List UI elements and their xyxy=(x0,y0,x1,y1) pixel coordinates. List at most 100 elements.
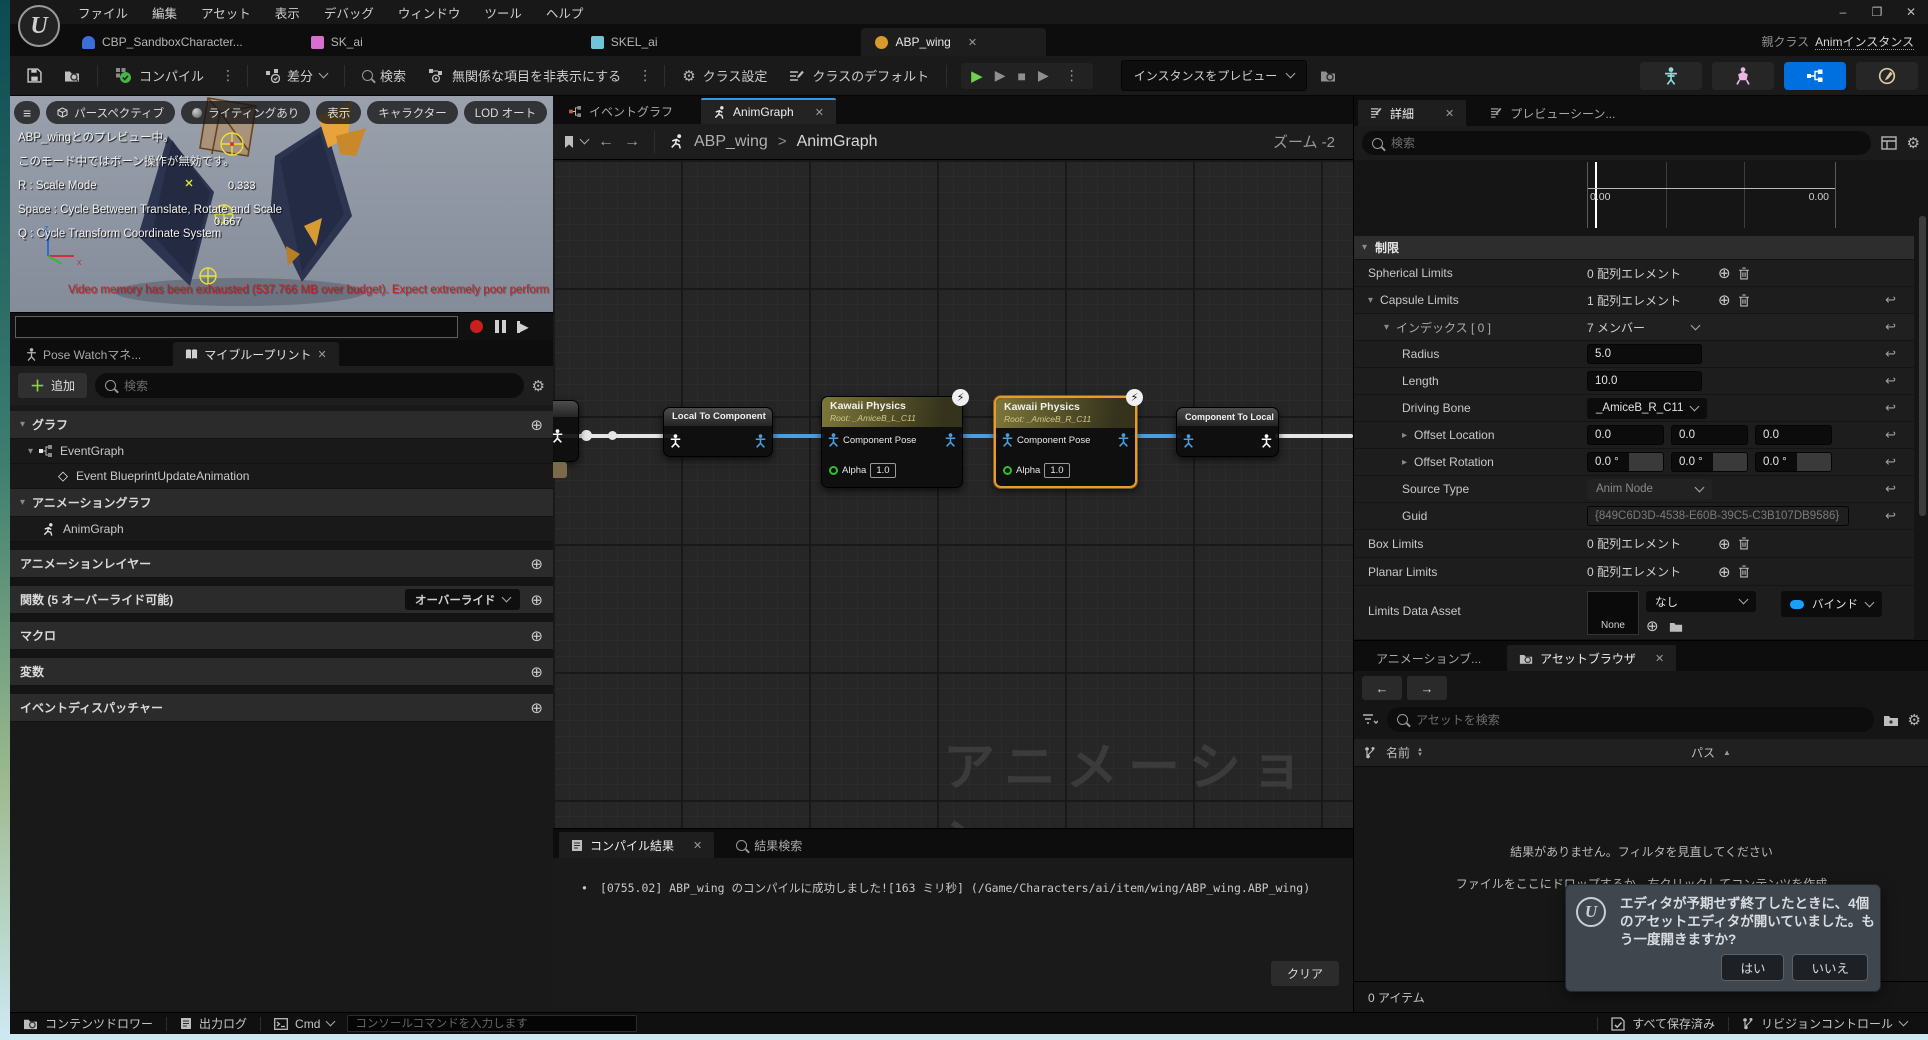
pose-pin[interactable] xyxy=(553,429,563,443)
reset-to-default-icon[interactable]: ↩ xyxy=(1885,427,1896,443)
item-event-update-animation[interactable]: ◇ Event BlueprintUpdateAnimation xyxy=(10,464,553,489)
trash-icon[interactable] xyxy=(1738,537,1750,550)
output-pose-pin[interactable] xyxy=(1261,434,1272,448)
section-functions[interactable]: 関数 (5 オーバーライド可能) オーバーライド ⊕ xyxy=(10,586,553,614)
forward-icon[interactable]: → xyxy=(624,133,640,151)
node-clipped[interactable] xyxy=(553,400,579,462)
tab-pose-watch[interactable]: Pose Watchマネ... xyxy=(14,342,153,366)
expander-icon[interactable]: ▾ xyxy=(20,419,25,430)
record-button[interactable] xyxy=(470,320,483,333)
restore-assets-notification[interactable]: U エディタが予期せず終了したときに、4個のアセットエディタが開いていました。も… xyxy=(1565,884,1881,992)
console-command-field[interactable] xyxy=(347,1015,637,1032)
revision-column-icon[interactable] xyxy=(1364,746,1376,759)
expander-icon[interactable]: ▾ xyxy=(1368,295,1373,306)
section-animation-layers[interactable]: アニメーションレイヤー ⊕ xyxy=(10,550,553,578)
expander-icon[interactable]: ▾ xyxy=(1384,322,1389,333)
add-element-icon[interactable]: ⊕ xyxy=(1718,563,1731,581)
tab-details[interactable]: 詳細 ✕ xyxy=(1358,100,1466,126)
menu-window[interactable]: ウィンドウ xyxy=(388,0,471,25)
details-search-input[interactable] xyxy=(1391,136,1861,150)
lod-dropdown[interactable]: LOD オート xyxy=(464,101,547,124)
reset-to-default-icon[interactable]: ↩ xyxy=(1885,346,1896,362)
add-graph-icon[interactable]: ⊕ xyxy=(530,416,543,434)
close-tab-icon[interactable]: ✕ xyxy=(318,348,327,361)
tab-abp-wing[interactable]: ABP_wing ✕ xyxy=(861,28,1046,56)
browse-asset-button[interactable] xyxy=(55,62,89,89)
length-input[interactable] xyxy=(1587,371,1702,391)
step-forward-button[interactable]: ▶ xyxy=(516,320,529,334)
minimize-button[interactable]: – xyxy=(1826,1,1860,23)
show-dropdown[interactable]: 表示 xyxy=(316,101,361,124)
sort-icon[interactable]: ▲▼ xyxy=(1417,748,1423,758)
chevron-down-icon[interactable] xyxy=(1691,320,1701,330)
save-all-status[interactable]: すべて保存済み xyxy=(1598,1013,1728,1034)
reset-to-default-icon[interactable]: ↩ xyxy=(1885,400,1896,416)
compile-options-icon[interactable]: ⋮ xyxy=(217,67,239,84)
reset-to-default-icon[interactable]: ↩ xyxy=(1885,508,1896,524)
output-log-button[interactable]: 出力ログ xyxy=(167,1013,260,1034)
tab-event-graph[interactable]: イベントグラフ xyxy=(557,98,685,124)
offset-location-z[interactable] xyxy=(1755,425,1832,445)
anim-graph-canvas[interactable]: アニメーション Local To Component Kaw xyxy=(553,160,1353,828)
play-options-icon[interactable]: ⋮ xyxy=(1061,67,1083,84)
perspective-dropdown[interactable]: パースペクティブ xyxy=(46,101,175,124)
debug-object-button[interactable] xyxy=(1311,62,1345,89)
column-name[interactable]: 名前 xyxy=(1386,744,1410,761)
radius-input[interactable] xyxy=(1587,344,1702,364)
restore-button[interactable]: ❐ xyxy=(1860,1,1894,23)
toolbar-options-icon[interactable]: ⋮ xyxy=(634,67,656,84)
add-function-icon[interactable]: ⊕ xyxy=(530,591,543,609)
input-pose-pin[interactable]: Component Pose xyxy=(828,433,916,447)
use-selected-icon[interactable]: ⊕ xyxy=(1646,617,1659,635)
class-settings-button[interactable]: ⚙ クラス設定 xyxy=(673,60,776,91)
section-graphs[interactable]: ▾ グラフ ⊕ xyxy=(10,411,553,439)
output-pose-pin[interactable] xyxy=(755,434,766,448)
add-dispatcher-icon[interactable]: ⊕ xyxy=(530,699,543,717)
tab-my-blueprint[interactable]: マイブループリント ✕ xyxy=(173,342,339,366)
lit-dropdown[interactable]: ライティングあり xyxy=(181,101,310,124)
stop-button[interactable]: ■ xyxy=(1017,68,1025,84)
menu-file[interactable]: ファイル xyxy=(68,0,138,25)
asset-settings-icon[interactable]: ⚙ xyxy=(1908,711,1921,729)
timeline-scrubber[interactable] xyxy=(15,316,458,338)
browse-to-asset-icon[interactable] xyxy=(1669,621,1683,632)
tab-asset-browser[interactable]: アセットブラウザ ✕ xyxy=(1507,645,1676,671)
character-dropdown[interactable]: キャラクター xyxy=(367,101,458,124)
tab-animation-bp[interactable]: アニメーションブ... xyxy=(1364,645,1493,671)
save-button[interactable] xyxy=(18,62,51,89)
node-local-to-component[interactable]: Local To Component xyxy=(663,407,773,457)
item-event-graph[interactable]: ▾ EventGraph xyxy=(10,439,553,464)
asset-search-input[interactable] xyxy=(1416,713,1864,727)
curve-widget[interactable]: 0.00 0.00 xyxy=(1587,162,1836,228)
compile-log-line[interactable]: •[0755.02] ABP_wing のコンパイルに成功しました![163 ミ… xyxy=(581,880,1310,896)
content-drawer-button[interactable]: コンテンツドロワー xyxy=(10,1013,166,1034)
hide-unrelated-button[interactable]: 無関係な項目を非表示にする xyxy=(419,60,630,91)
class-defaults-button[interactable]: クラスのデフォルト xyxy=(780,60,938,91)
output-pose-pin[interactable] xyxy=(1118,433,1129,447)
column-path[interactable]: パス xyxy=(1691,744,1715,761)
alpha-value[interactable]: 1.0 xyxy=(870,463,895,478)
alpha-pin[interactable]: Alpha 1.0 xyxy=(829,463,896,478)
menu-debug[interactable]: デバッグ xyxy=(314,0,384,25)
reroute-node[interactable] xyxy=(581,430,592,441)
offset-rotation-x[interactable] xyxy=(1587,452,1664,472)
add-element-icon[interactable]: ⊕ xyxy=(1718,264,1731,282)
menu-edit[interactable]: 編集 xyxy=(142,0,187,25)
override-dropdown[interactable]: オーバーライド xyxy=(405,589,520,610)
menu-tools[interactable]: ツール xyxy=(474,0,532,25)
tab-skel-ai[interactable]: SKEL_ai xyxy=(577,28,672,56)
preview-viewport[interactable]: ≡ パースペクティブ ライティングあり 表示 キャラクター LOD オート AB… xyxy=(10,96,553,312)
yes-button[interactable]: はい xyxy=(1721,954,1784,981)
chevron-down-icon[interactable] xyxy=(580,135,590,145)
item-anim-graph[interactable]: AnimGraph xyxy=(10,517,553,542)
reset-to-default-icon[interactable]: ↩ xyxy=(1885,454,1896,470)
settings-gear-icon[interactable]: ⚙ xyxy=(532,377,545,395)
find-button[interactable]: 検索 xyxy=(353,60,415,91)
breadcrumb-root[interactable]: ABP_wing xyxy=(694,133,768,151)
expander-icon[interactable]: ▾ xyxy=(20,497,25,508)
limits-asset-dropdown[interactable]: なし xyxy=(1646,591,1756,612)
revision-control-dropdown[interactable]: リビジョンコントロール xyxy=(1729,1013,1920,1034)
expander-icon[interactable]: ▾ xyxy=(28,446,33,457)
cmd-dropdown[interactable]: Cmd xyxy=(261,1013,347,1034)
step-button[interactable]: ▶ xyxy=(1038,67,1049,84)
